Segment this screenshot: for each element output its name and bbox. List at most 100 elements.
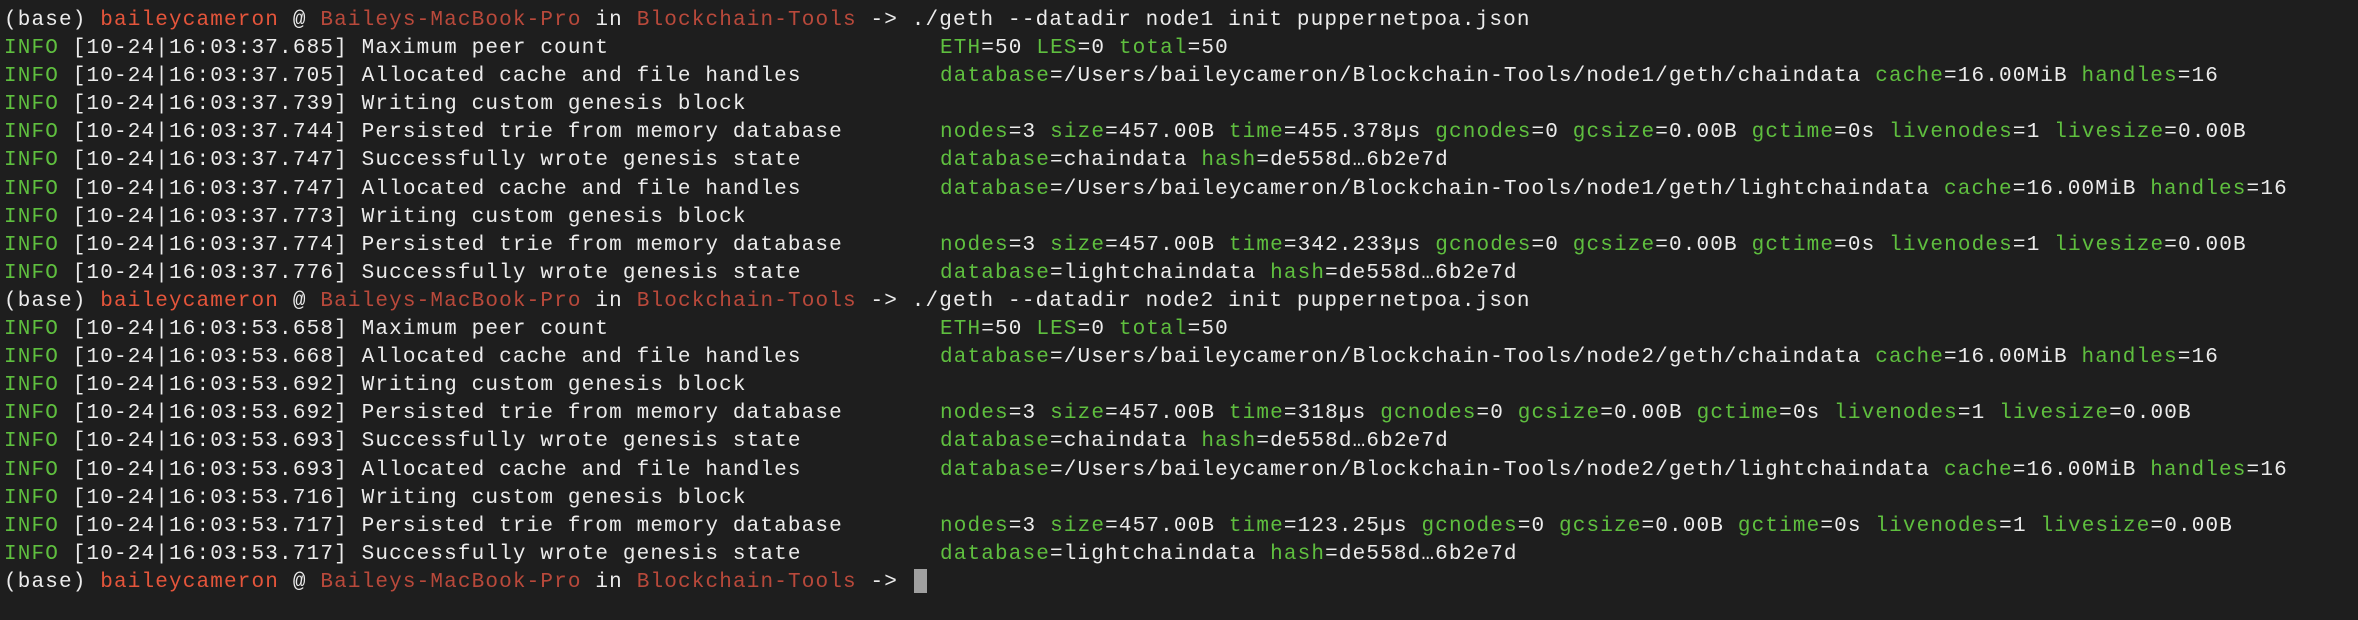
prompt-user: baileycameron (100, 289, 280, 313)
log-timestamp: [10-24|16:03:37.685] (72, 37, 348, 61)
context-value: de558d…6b2e7d (1338, 542, 1518, 566)
log-context: nodes=3 size=457.00B time=342.233µs gcno… (940, 233, 2247, 257)
context-key: time (1228, 121, 1284, 145)
context-key: database (940, 346, 1051, 370)
context-value: 0.00B (2164, 514, 2234, 538)
context-value: 342.233µs (1297, 233, 1422, 257)
context-key: gcnodes (1421, 514, 1518, 538)
context-value: 0s (1834, 514, 1862, 538)
context-value: 0 (1091, 318, 1106, 342)
log-context: database=lightchaindata hash=de558d…6b2e… (940, 542, 1518, 566)
context-key: total (1118, 37, 1188, 61)
context-key: livenodes (1875, 514, 2000, 538)
context-value: 0s (1847, 233, 1876, 257)
log-level: INFO (4, 458, 60, 482)
context-value: /Users/baileycameron/Blockchain-Tools/no… (1063, 65, 1862, 89)
log-context: database=/Users/baileycameron/Blockchain… (940, 346, 2220, 370)
prompt-at: @ (292, 9, 307, 32)
context-key: database (940, 177, 1051, 201)
log-line: INFO [10-24|16:03:37.747] Allocated cach… (4, 176, 2358, 204)
context-key: gcnodes (1435, 233, 1532, 257)
context-value: 50 (1201, 37, 1229, 61)
log-line: INFO [10-24|16:03:37.744] Persisted trie… (4, 119, 2358, 147)
context-key: cache (1943, 458, 2013, 482)
log-message: Successfully wrote genesis state (361, 542, 802, 566)
context-key: size (1050, 121, 1106, 145)
context-key: gctime (1737, 514, 1821, 538)
log-level: INFO (4, 93, 60, 117)
context-key: handles (2081, 346, 2178, 370)
log-timestamp: [10-24|16:03:37.747] (72, 177, 348, 201)
context-value: de558d…6b2e7d (1338, 261, 1518, 285)
context-key: handles (2150, 458, 2247, 482)
log-level: INFO (4, 542, 60, 566)
log-message: Persisted trie from memory database (361, 233, 843, 257)
log-level: INFO (4, 374, 60, 398)
context-key: database (940, 542, 1051, 566)
log-line: INFO [10-24|16:03:53.717] Successfully w… (4, 541, 2358, 569)
log-level: INFO (4, 65, 60, 89)
context-value: 16.00MiB (2026, 177, 2137, 201)
context-key: time (1228, 514, 1284, 538)
log-line: INFO [10-24|16:03:53.693] Allocated cach… (4, 457, 2358, 485)
prompt-env: (base) (4, 570, 87, 594)
log-message: Successfully wrote genesis state (361, 430, 802, 454)
context-value: 0.00B (1669, 233, 1738, 257)
prompt-env: (base) (4, 289, 87, 313)
context-value: 1 (2012, 514, 2027, 538)
context-value: 16 (2191, 65, 2220, 89)
context-value: 123.25µs (1297, 514, 1408, 538)
log-level: INFO (4, 430, 60, 454)
log-timestamp: [10-24|16:03:37.776] (72, 261, 348, 285)
text-cursor[interactable] (913, 569, 927, 594)
context-key: handles (2150, 177, 2247, 201)
log-message: Persisted trie from memory database (361, 514, 843, 538)
command-text: ./geth --datadir node1 init puppernetpoa… (911, 9, 1531, 32)
prompt-env: (base) (4, 9, 87, 32)
log-context: nodes=3 size=457.00B time=455.378µs gcno… (940, 121, 2247, 145)
context-key: database (940, 261, 1051, 285)
context-value: 0.00B (2178, 121, 2247, 145)
log-timestamp: [10-24|16:03:53.716] (72, 486, 348, 510)
log-level: INFO (4, 233, 60, 257)
prompt-in: in (595, 9, 623, 32)
log-line: INFO [10-24|16:03:37.705] Allocated cach… (4, 63, 2358, 91)
log-message: Writing custom genesis block (361, 93, 747, 117)
context-value: 0.00B (1614, 402, 1683, 426)
context-key: time (1228, 402, 1284, 426)
log-message: Writing custom genesis block (361, 486, 747, 510)
context-value: 0.00B (2123, 402, 2192, 426)
context-key: livesize (1999, 402, 2110, 426)
log-level: INFO (4, 261, 60, 285)
log-context: ETH=50 LES=0 total=50 (940, 37, 1229, 61)
prompt-arrow: -> (870, 570, 899, 594)
context-key: nodes (940, 402, 1009, 426)
log-context: nodes=3 size=457.00B time=318µs gcnodes=… (940, 402, 2192, 426)
log-level: INFO (4, 486, 60, 510)
context-key: livesize (2054, 233, 2165, 257)
log-message: Successfully wrote genesis state (361, 149, 802, 173)
context-key: ETH (940, 318, 982, 342)
prompt-user: baileycameron (100, 9, 280, 32)
log-level: INFO (4, 346, 60, 370)
log-timestamp: [10-24|16:03:53.658] (72, 318, 348, 342)
context-value: /Users/baileycameron/Blockchain-Tools/no… (1063, 458, 1931, 482)
context-key: size (1050, 233, 1106, 257)
log-level: INFO (4, 37, 60, 61)
context-value: de558d…6b2e7d (1270, 430, 1449, 454)
log-timestamp: [10-24|16:03:53.692] (72, 374, 348, 398)
context-key: size (1050, 402, 1106, 426)
terminal-output[interactable]: (base) baileycameron @ Baileys-MacBook-P… (4, 7, 2358, 597)
context-key: ETH (940, 37, 982, 61)
log-context: database=/Users/baileycameron/Blockchain… (940, 65, 2220, 89)
prompt-line: (base) baileycameron @ Baileys-MacBook-P… (4, 288, 2358, 316)
context-key: livesize (2040, 514, 2151, 538)
context-value: 16.00MiB (1957, 346, 2068, 370)
prompt-arrow: -> (870, 289, 899, 313)
context-value: 455.378µs (1297, 121, 1422, 145)
context-key: gcsize (1517, 402, 1601, 426)
context-value: chaindata (1063, 430, 1188, 454)
log-level: INFO (4, 149, 60, 173)
context-key: gcsize (1559, 514, 1642, 538)
log-line: INFO [10-24|16:03:53.717] Persisted trie… (4, 513, 2358, 541)
